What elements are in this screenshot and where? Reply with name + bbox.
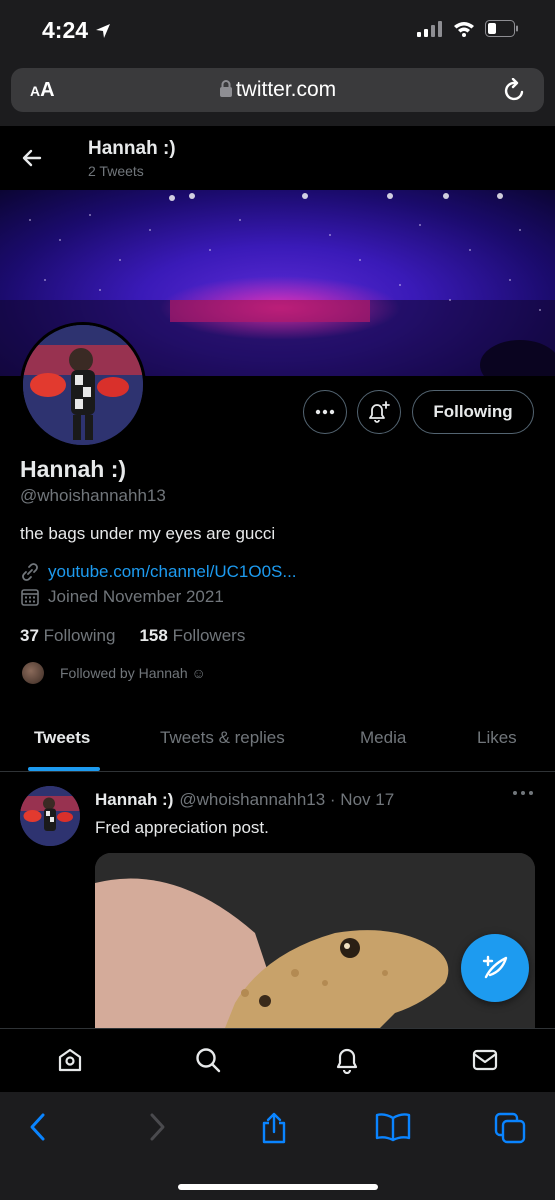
- following-button[interactable]: Following: [412, 390, 534, 434]
- followers-stat[interactable]: 158 Followers: [139, 626, 245, 646]
- signal-icon: [417, 20, 442, 37]
- more-dots-icon: [315, 409, 335, 415]
- reload-icon[interactable]: [503, 78, 527, 104]
- tweet-avatar[interactable]: [20, 786, 80, 846]
- wifi-icon: [454, 21, 474, 37]
- back-icon[interactable]: [28, 1112, 48, 1142]
- tweet-header: Hannah :) @whoishannahh13 · Nov 17: [95, 790, 394, 810]
- notifications-icon[interactable]: [333, 1046, 361, 1074]
- home-indicator: [178, 1184, 378, 1190]
- profile-link-row: youtube.com/channel/UC1O0S...: [20, 562, 297, 582]
- link-icon: [22, 563, 38, 581]
- back-arrow-icon[interactable]: [20, 146, 44, 170]
- compose-feather-icon: [482, 955, 508, 979]
- followed-by-row[interactable]: Followed by Hannah ☺︎: [22, 662, 206, 684]
- url-display[interactable]: twitter.com: [0, 78, 555, 102]
- share-icon[interactable]: [259, 1112, 289, 1144]
- time-text: 4:24: [42, 17, 89, 43]
- tab-tweets-replies[interactable]: Tweets & replies: [160, 728, 285, 748]
- avatar-photo: [23, 325, 143, 445]
- following-stat[interactable]: 37 Following: [20, 626, 115, 646]
- profile-bio: the bags under my eyes are gucci: [20, 524, 276, 543]
- tweet-author-name[interactable]: Hannah :): [95, 790, 173, 810]
- status-icons: [417, 20, 519, 37]
- url-text: twitter.com: [235, 78, 337, 101]
- tweet-avatar-photo: [20, 786, 80, 846]
- header-tweet-count: 2 Tweets: [88, 163, 144, 179]
- lock-icon: [219, 80, 232, 97]
- profile-handle: @whoishannahh13: [20, 486, 166, 505]
- tabs-icon[interactable]: [494, 1112, 526, 1144]
- followed-by-avatar: [22, 662, 44, 684]
- profile-avatar[interactable]: [20, 322, 146, 448]
- battery-icon: [485, 20, 518, 37]
- notify-button[interactable]: [357, 390, 401, 434]
- active-tab-indicator: [28, 767, 100, 771]
- status-time: 4:24: [42, 17, 112, 44]
- profile-name: Hannah :): [20, 456, 127, 482]
- tab-tweets[interactable]: Tweets: [34, 728, 90, 748]
- compose-tweet-button[interactable]: [461, 934, 529, 1002]
- location-arrow-icon: [96, 23, 111, 38]
- home-icon[interactable]: [56, 1046, 84, 1074]
- tweet-meta: @whoishannahh13 · Nov 17: [179, 790, 395, 809]
- follow-stats: 37 Following 158 Followers: [20, 626, 245, 646]
- joined-date: Joined November 2021: [48, 587, 224, 606]
- more-options-button[interactable]: [303, 390, 347, 434]
- profile-header-bar: [0, 126, 555, 190]
- following-label: Following: [43, 626, 116, 645]
- profile-tabs: Tweets Tweets & replies Media Likes: [0, 716, 555, 772]
- messages-icon[interactable]: [471, 1046, 499, 1074]
- header-title: Hannah :): [88, 138, 176, 159]
- followed-by-text: Followed by Hannah ☺︎: [60, 665, 206, 681]
- tweet-text: Fred appreciation post.: [95, 818, 269, 837]
- calendar-icon: [21, 589, 39, 606]
- tab-likes[interactable]: Likes: [477, 728, 517, 748]
- following-count: 37: [20, 626, 39, 645]
- followers-label: Followers: [172, 626, 246, 645]
- tab-media[interactable]: Media: [360, 728, 406, 748]
- profile-link[interactable]: youtube.com/channel/UC1O0S...: [48, 562, 297, 582]
- bookmarks-icon[interactable]: [375, 1112, 411, 1142]
- followers-count: 158: [139, 626, 168, 645]
- bell-plus-icon: [369, 401, 390, 423]
- joined-row: Joined November 2021: [20, 587, 224, 607]
- tweet-more-icon[interactable]: [512, 790, 534, 796]
- search-icon[interactable]: [194, 1046, 222, 1074]
- forward-icon: [150, 1113, 165, 1141]
